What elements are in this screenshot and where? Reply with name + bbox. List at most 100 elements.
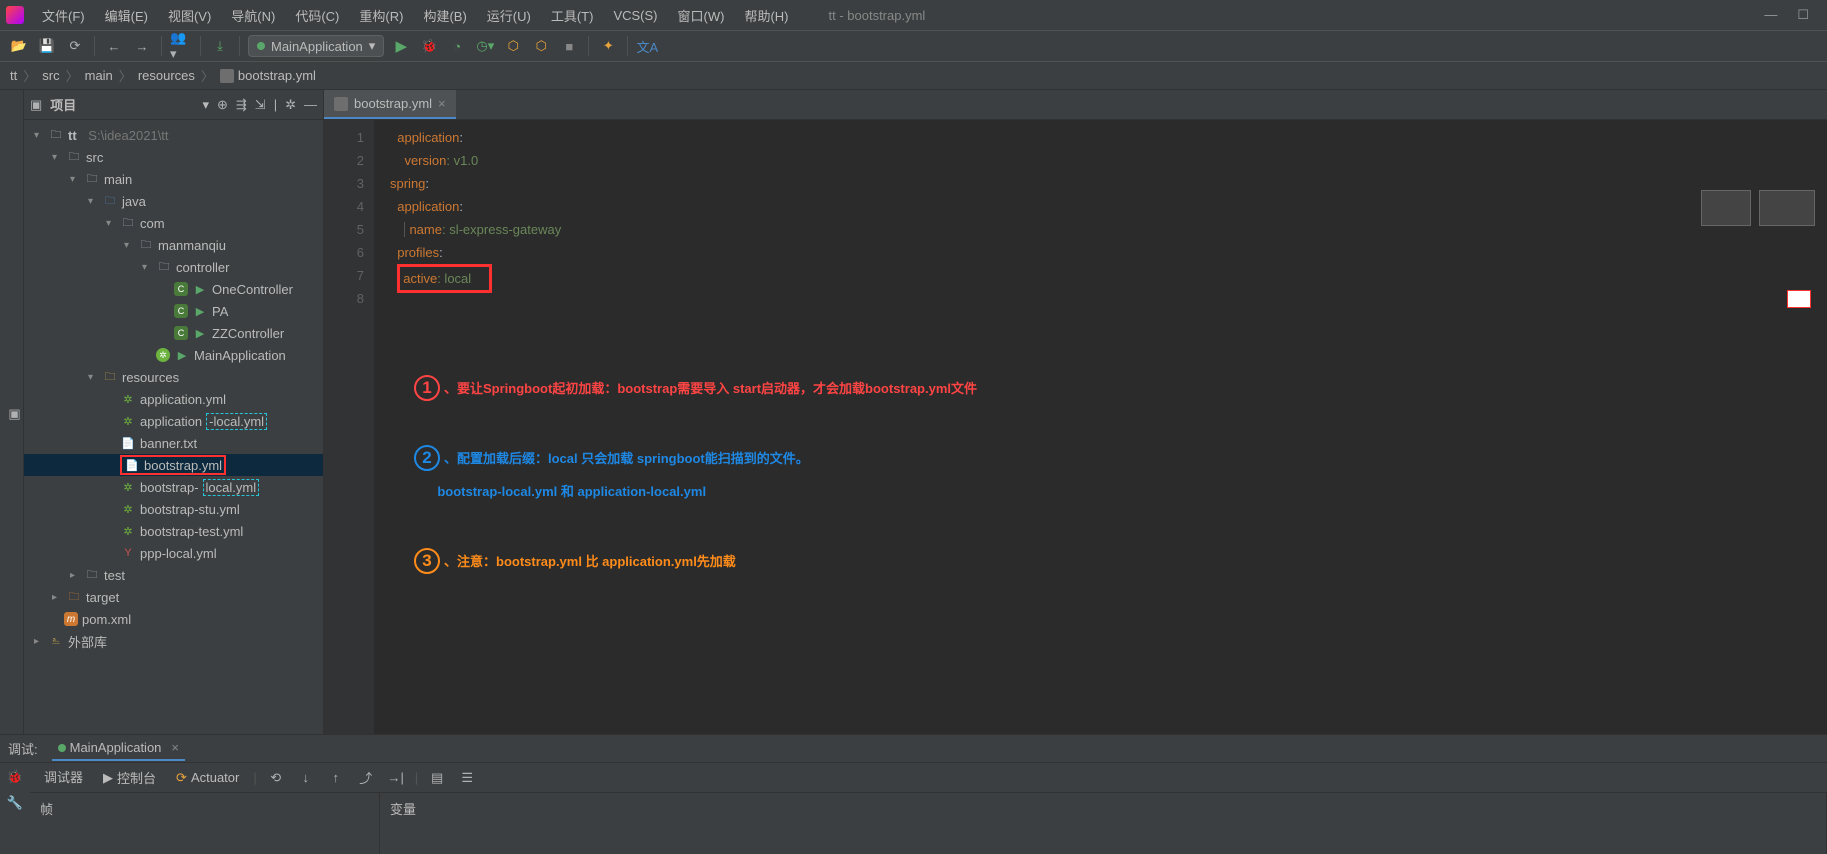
- maximize-icon[interactable]: ☐: [1797, 7, 1809, 23]
- evaluate-icon[interactable]: ▤: [426, 767, 448, 789]
- minimap-thumb[interactable]: [1701, 190, 1751, 226]
- tree-app-yml[interactable]: ✲application.yml: [24, 388, 323, 410]
- menu-help[interactable]: 帮助(H): [736, 3, 796, 28]
- tree-test[interactable]: ▸🗀test: [24, 564, 323, 586]
- debug-bug-icon[interactable]: 🐞: [7, 769, 23, 785]
- git-icon[interactable]: ✦: [597, 35, 619, 57]
- tree-bootstrap[interactable]: 📄bootstrap.yml: [24, 454, 323, 476]
- build-icon[interactable]: ⤓: [209, 35, 231, 57]
- tree-class-2[interactable]: C▶ZZController: [24, 322, 323, 344]
- translate-icon[interactable]: 文A: [636, 35, 658, 57]
- left-rail: ▣ 结构: [0, 90, 24, 734]
- hide-icon[interactable]: —: [304, 97, 317, 113]
- refresh-icon[interactable]: ⟳: [64, 35, 86, 57]
- project-panel-header: ▣ 项目 ▾ ⊕ ⇶ ⇲ | ✲ —: [24, 90, 323, 120]
- debug-config-tab[interactable]: MainApplication×: [52, 736, 185, 761]
- bc-main[interactable]: main: [85, 68, 113, 83]
- tree-resources[interactable]: ▾🗀resources: [24, 366, 323, 388]
- save-icon[interactable]: 💾: [36, 35, 58, 57]
- collapse-icon[interactable]: ⇲: [255, 97, 266, 113]
- users-icon[interactable]: 👥▾: [170, 35, 192, 57]
- bc-file[interactable]: bootstrap.yml: [220, 68, 316, 83]
- back-icon[interactable]: ←: [103, 35, 125, 57]
- menu-view[interactable]: 视图(V): [160, 3, 219, 28]
- project-view-icon[interactable]: ▣: [30, 97, 42, 113]
- debug-icon[interactable]: 🐞: [418, 35, 440, 57]
- debug-panel: 调试: MainApplication× 🐞 🔧 调试器 ▶控制台 ⟳Actua…: [0, 734, 1827, 854]
- menu-refactor[interactable]: 重构(R): [351, 3, 411, 28]
- structure-rail-label[interactable]: 结构: [0, 403, 2, 425]
- menu-navigate[interactable]: 导航(N): [223, 3, 283, 28]
- profile-icon[interactable]: ◷▾: [474, 35, 496, 57]
- project-rail-icon[interactable]: ▣: [8, 407, 23, 422]
- step-into-icon[interactable]: ↓: [295, 767, 317, 789]
- step-out-icon[interactable]: ↑: [325, 767, 347, 789]
- tree-mainapp[interactable]: ✲▶MainApplication: [24, 344, 323, 366]
- minimap-marker[interactable]: [1787, 290, 1811, 308]
- gear-icon[interactable]: ✲: [285, 97, 296, 113]
- console-tab[interactable]: ▶控制台: [97, 764, 162, 791]
- tree-ppp-local[interactable]: Yppp-local.yml: [24, 542, 323, 564]
- tree-src[interactable]: ▾🗀src: [24, 146, 323, 168]
- tree-com[interactable]: ▾🗀com: [24, 212, 323, 234]
- more-icon[interactable]: ☰: [456, 767, 478, 789]
- tree-pom[interactable]: mpom.xml: [24, 608, 323, 630]
- tree-extlib[interactable]: ▸⎁外部库: [24, 630, 323, 652]
- step-over-icon[interactable]: ⟲: [265, 767, 287, 789]
- menu-code[interactable]: 代码(C): [287, 3, 347, 28]
- attach2-icon[interactable]: ⬡: [530, 35, 552, 57]
- tree-app-local-yml[interactable]: ✲application-local.yml: [24, 410, 323, 432]
- tree-java[interactable]: ▾🗀java: [24, 190, 323, 212]
- tree-main[interactable]: ▾🗀main: [24, 168, 323, 190]
- run-to-icon[interactable]: →|: [385, 767, 407, 789]
- tree-bootstrap-local[interactable]: ✲bootstrap-local.yml: [24, 476, 323, 498]
- tree-class-1[interactable]: C▶PA: [24, 300, 323, 322]
- open-icon[interactable]: 📂: [8, 35, 30, 57]
- debug-settings-icon[interactable]: 🔧: [7, 795, 23, 811]
- run-icon[interactable]: ▶: [390, 35, 412, 57]
- frames-panel[interactable]: 帧: [30, 793, 380, 854]
- run-configuration[interactable]: MainApplication ▾: [248, 35, 384, 57]
- code-content[interactable]: application: version: v1.0 spring: appli…: [374, 120, 1827, 734]
- tree-controller[interactable]: ▾🗀controller: [24, 256, 323, 278]
- menu-vcs[interactable]: VCS(S): [605, 5, 665, 26]
- minimap-thumb[interactable]: [1759, 190, 1815, 226]
- tree-target[interactable]: ▸🗀target: [24, 586, 323, 608]
- editor-tab[interactable]: bootstrap.yml ×: [324, 90, 456, 119]
- close-icon[interactable]: ×: [171, 740, 179, 755]
- tab-label: bootstrap.yml: [354, 96, 432, 111]
- stop-icon[interactable]: ■: [558, 35, 580, 57]
- line-gutter: 12345678: [324, 120, 374, 734]
- menu-run[interactable]: 运行(U): [479, 3, 539, 28]
- project-tree[interactable]: ▾🗀tt S:\idea2021\tt ▾🗀src ▾🗀main ▾🗀java …: [24, 120, 323, 734]
- tree-bootstrap-test[interactable]: ✲bootstrap-test.yml: [24, 520, 323, 542]
- project-panel: ▣ 项目 ▾ ⊕ ⇶ ⇲ | ✲ — ▾🗀tt S:\idea2021\tt ▾…: [24, 90, 324, 734]
- variables-panel[interactable]: 变量: [380, 793, 1827, 854]
- tree-banner[interactable]: 📄banner.txt: [24, 432, 323, 454]
- code-editor[interactable]: 12345678 application: version: v1.0 spri…: [324, 120, 1827, 734]
- annotations-overlay: 1、要让Springboot起初加载：bootstrap需要导入 start启动…: [414, 370, 1787, 612]
- tree-root[interactable]: ▾🗀tt S:\idea2021\tt: [24, 124, 323, 146]
- locate-icon[interactable]: ⊕: [217, 97, 228, 113]
- expand-icon[interactable]: ⇶: [236, 97, 247, 113]
- minimize-icon[interactable]: —: [1764, 7, 1777, 23]
- bc-resources[interactable]: resources: [138, 68, 195, 83]
- tree-class-0[interactable]: C▶OneController: [24, 278, 323, 300]
- forward-icon[interactable]: →: [131, 35, 153, 57]
- menu-window[interactable]: 窗口(W): [670, 3, 733, 28]
- coverage-icon[interactable]: ◔: [446, 35, 468, 57]
- tree-pkg[interactable]: ▾🗀manmanqiu: [24, 234, 323, 256]
- debugger-tab[interactable]: 调试器: [38, 763, 89, 792]
- attach-icon[interactable]: ⬡: [502, 35, 524, 57]
- menu-tools[interactable]: 工具(T): [543, 3, 602, 28]
- menu-build[interactable]: 构建(B): [415, 3, 474, 28]
- dropdown-icon[interactable]: ▾: [202, 97, 209, 113]
- actuator-tab[interactable]: ⟳Actuator: [170, 766, 245, 790]
- bc-root[interactable]: tt: [10, 68, 17, 83]
- tree-bootstrap-stu[interactable]: ✲bootstrap-stu.yml: [24, 498, 323, 520]
- menu-edit[interactable]: 编辑(E): [97, 3, 156, 28]
- bc-src[interactable]: src: [42, 68, 59, 83]
- step-icon[interactable]: ⤴: [355, 767, 377, 789]
- menu-file[interactable]: 文件(F): [34, 3, 93, 28]
- close-icon[interactable]: ×: [438, 96, 446, 111]
